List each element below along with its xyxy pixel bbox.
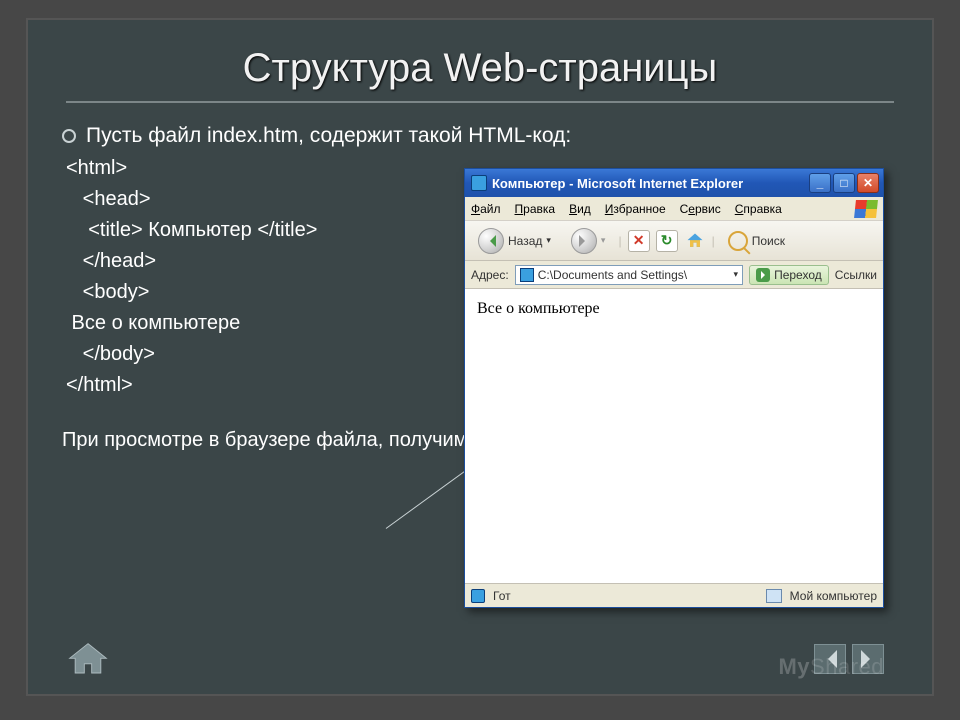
forward-arrow-icon xyxy=(571,228,597,254)
slide-title: Структура Web-страницы xyxy=(26,18,934,101)
page-text: Все о компьютере xyxy=(477,300,600,317)
slide: Структура Web-страницы Пусть файл index.… xyxy=(26,18,934,696)
go-button[interactable]: Переход xyxy=(749,265,829,285)
nav-home-button[interactable] xyxy=(66,640,110,678)
menu-file[interactable]: ФФайлайл xyxy=(471,202,501,216)
browser-titlebar: Компьютер - Microsoft Internet Explorer … xyxy=(465,169,883,197)
title-underline xyxy=(66,101,894,103)
maximize-button[interactable]: □ xyxy=(833,173,855,193)
bullet-item: Пусть файл index.htm, содержит такой HTM… xyxy=(62,123,898,149)
address-label: Адрес: xyxy=(471,268,509,282)
links-label[interactable]: Ссылки xyxy=(835,268,877,282)
windows-logo-icon xyxy=(854,200,878,218)
ie-status-icon xyxy=(471,589,485,603)
refresh-icon[interactable]: ↻ xyxy=(656,230,678,252)
menu-bar: ФФайлайл Правка Вид Избранное Сервис Спр… xyxy=(465,197,883,221)
close-button[interactable]: ✕ xyxy=(857,173,879,193)
go-label: Переход xyxy=(774,268,822,282)
browser-title: Компьютер - Microsoft Internet Explorer xyxy=(492,176,743,191)
status-bar: Гот Мой компьютер xyxy=(465,583,883,607)
status-right: Мой компьютер xyxy=(790,589,877,603)
computer-icon xyxy=(766,589,782,603)
back-arrow-icon xyxy=(478,228,504,254)
back-label: Назад xyxy=(508,234,542,248)
chevron-down-icon: ▾ xyxy=(546,235,551,246)
minimize-button[interactable]: _ xyxy=(809,173,831,193)
window-buttons: _ □ ✕ xyxy=(809,173,879,193)
home-icon[interactable] xyxy=(684,230,706,252)
search-label: Поиск xyxy=(752,234,785,248)
bullet-text: Пусть файл index.htm, содержит такой HTM… xyxy=(86,123,571,149)
address-input[interactable]: C:\Documents and Settings\ ▾ xyxy=(515,265,743,285)
toolbar: Назад ▾ ▾ | ✕ ↻ | Поиск xyxy=(465,221,883,261)
menu-favorites[interactable]: Избранное xyxy=(605,202,666,216)
go-arrow-icon xyxy=(756,268,770,282)
status-left: Гот xyxy=(493,589,511,603)
back-button[interactable]: Назад ▾ xyxy=(471,224,558,258)
menu-edit[interactable]: Правка xyxy=(515,202,556,216)
stop-icon[interactable]: ✕ xyxy=(628,230,650,252)
menu-help[interactable]: Справка xyxy=(735,202,782,216)
menu-service[interactable]: Сервис xyxy=(680,202,721,216)
forward-button[interactable]: ▾ xyxy=(564,224,613,258)
page-content: Все о компьютере xyxy=(465,289,883,583)
menu-view[interactable]: Вид xyxy=(569,202,591,216)
address-bar: Адрес: C:\Documents and Settings\ ▾ Пере… xyxy=(465,261,883,289)
ie-icon xyxy=(471,175,487,191)
chevron-down-icon: ▾ xyxy=(601,235,606,246)
search-button[interactable]: Поиск xyxy=(721,227,792,255)
watermark: MyMySharedShared xyxy=(778,654,884,680)
ie-page-icon xyxy=(520,268,534,282)
address-text: C:\Documents and Settings\ xyxy=(538,268,687,282)
search-icon xyxy=(728,231,748,251)
chevron-down-icon[interactable]: ▾ xyxy=(734,269,739,280)
browser-window: Компьютер - Microsoft Internet Explorer … xyxy=(464,168,884,608)
bullet-icon xyxy=(62,129,76,143)
